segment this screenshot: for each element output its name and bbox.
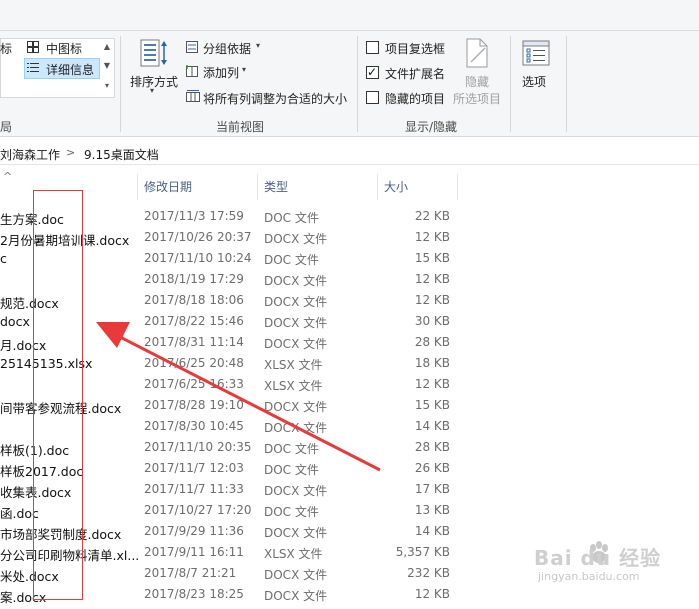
watermark-brand: Bai du 经验 bbox=[534, 546, 662, 570]
baidu-watermark: Bai du 经验 jingyan.baidu.com bbox=[534, 534, 694, 594]
watermark-url: jingyan.baidu.com bbox=[538, 570, 640, 583]
annotation-arrow-icon bbox=[96, 322, 381, 472]
